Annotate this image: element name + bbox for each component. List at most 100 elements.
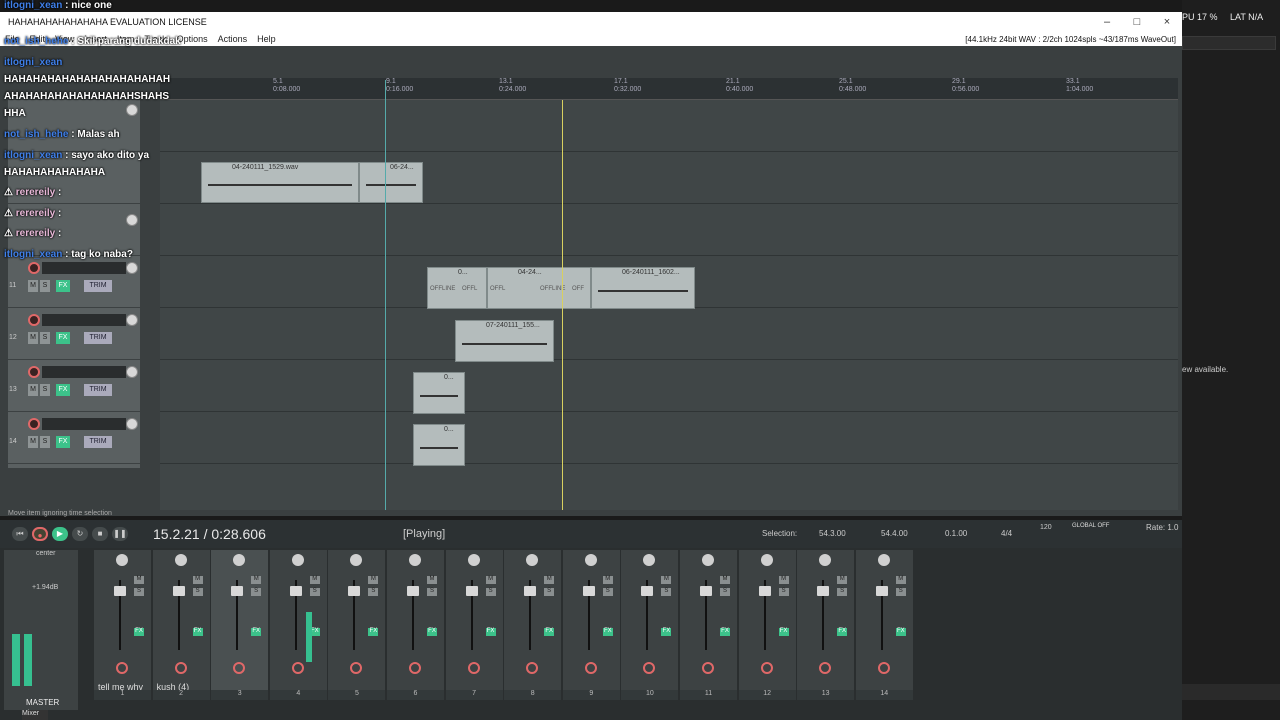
fx-button[interactable]: FX: [56, 332, 70, 344]
fx-button[interactable]: FX: [485, 628, 496, 636]
fx-button[interactable]: FX: [895, 628, 906, 636]
volume-fader[interactable]: [758, 586, 771, 596]
volume-fader[interactable]: [875, 586, 888, 596]
solo-button[interactable]: S: [134, 588, 144, 596]
fx-button[interactable]: FX: [56, 384, 70, 396]
pan-knob[interactable]: [174, 554, 187, 566]
pan-knob[interactable]: [116, 554, 128, 566]
pan-knob[interactable]: [409, 554, 421, 566]
solo-button[interactable]: S: [778, 588, 789, 596]
pan-knob[interactable]: [584, 554, 597, 566]
mixer-strip[interactable]: M S FX tell me why 1: [94, 550, 152, 700]
track-name-field[interactable]: [42, 314, 126, 326]
mute-button[interactable]: M: [602, 576, 613, 584]
fx-button[interactable]: FX: [778, 628, 789, 636]
volume-fader[interactable]: [231, 586, 244, 596]
mute-button[interactable]: M: [134, 576, 144, 584]
mixer-strip[interactable]: M S FX 7: [445, 550, 504, 700]
media-item[interactable]: 0...: [413, 424, 465, 466]
mute-button[interactable]: M: [192, 576, 203, 584]
record-arm-button[interactable]: [467, 662, 480, 674]
mixer-strip[interactable]: M S FX 13: [797, 550, 856, 700]
master-pan[interactable]: center: [36, 550, 55, 557]
record-arm-button[interactable]: [526, 662, 539, 674]
solo-button[interactable]: S: [40, 332, 50, 344]
mixer-strip[interactable]: M S FX 6: [387, 550, 445, 700]
track-header[interactable]: 12 M S FX TRIM: [8, 308, 140, 360]
solo-button[interactable]: S: [485, 588, 496, 596]
record-arm-button[interactable]: [584, 662, 597, 674]
solo-button[interactable]: S: [661, 588, 672, 596]
mute-button[interactable]: M: [28, 332, 38, 344]
playrate[interactable]: Rate: 1.0: [1146, 523, 1178, 532]
track-header[interactable]: 13 M S FX TRIM: [8, 360, 140, 412]
fx-button[interactable]: FX: [56, 280, 70, 292]
volume-fader[interactable]: [289, 586, 302, 596]
pan-knob[interactable]: [760, 554, 773, 566]
record-arm-button[interactable]: [819, 662, 832, 674]
volume-fader[interactable]: [407, 586, 419, 596]
mixer-strip[interactable]: M S FX 5: [328, 550, 387, 700]
pan-knob[interactable]: [819, 554, 832, 566]
pan-knob[interactable]: [233, 554, 246, 566]
record-arm-button[interactable]: [350, 662, 363, 674]
mute-button[interactable]: M: [251, 576, 262, 584]
mixer-strip[interactable]: M S FX 8: [504, 550, 563, 700]
solo-button[interactable]: S: [602, 588, 613, 596]
pause-button[interactable]: ❚❚: [112, 527, 128, 541]
go-to-start-button[interactable]: ⏮: [12, 527, 28, 541]
trim-button[interactable]: TRIM: [84, 384, 112, 396]
solo-button[interactable]: S: [895, 588, 906, 596]
mute-button[interactable]: M: [485, 576, 496, 584]
mute-button[interactable]: M: [720, 576, 730, 584]
track-name-field[interactable]: [42, 262, 126, 274]
solo-button[interactable]: S: [192, 588, 203, 596]
solo-button[interactable]: S: [368, 588, 379, 596]
fx-button[interactable]: FX: [837, 628, 848, 636]
mixer-strip[interactable]: M S FX 10: [621, 550, 680, 700]
mixer-tab[interactable]: Mixer: [22, 710, 48, 720]
pan-knob[interactable]: [526, 554, 539, 566]
mute-button[interactable]: M: [895, 576, 906, 584]
fx-button[interactable]: FX: [56, 436, 70, 448]
media-item[interactable]: 0...: [413, 372, 465, 414]
record-arm-button[interactable]: [643, 662, 656, 674]
close-button[interactable]: ×: [1152, 16, 1182, 28]
fx-button[interactable]: FX: [368, 628, 379, 636]
volume-fader[interactable]: [172, 586, 185, 596]
menu-actions[interactable]: Actions: [213, 34, 253, 44]
volume-fader[interactable]: [817, 586, 830, 596]
fx-button[interactable]: FX: [251, 628, 262, 636]
record-arm-button[interactable]: [760, 662, 773, 674]
pan-knob[interactable]: [643, 554, 656, 566]
solo-button[interactable]: S: [720, 588, 730, 596]
media-item[interactable]: 04-24... OFFL OFFLINE OFF: [487, 267, 591, 309]
volume-knob[interactable]: [126, 418, 138, 430]
solo-button[interactable]: S: [837, 588, 848, 596]
record-arm-button[interactable]: [233, 662, 246, 674]
maximize-button[interactable]: □: [1122, 16, 1152, 28]
volume-fader[interactable]: [114, 586, 126, 596]
trim-button[interactable]: TRIM: [84, 436, 112, 448]
stop-button[interactable]: ■: [92, 527, 108, 541]
mute-button[interactable]: M: [28, 280, 38, 292]
search-input[interactable]: [1182, 36, 1276, 50]
record-arm-button[interactable]: [28, 314, 40, 326]
record-arm-button[interactable]: [116, 662, 128, 674]
track-header[interactable]: 11 M S FX TRIM: [8, 256, 140, 308]
media-item[interactable]: 0... OFFLINE OFFL: [427, 267, 487, 309]
mixer-strip[interactable]: M S FX 9: [562, 550, 621, 700]
mixer-strip[interactable]: M S FX 14: [855, 550, 914, 700]
record-arm-button[interactable]: [28, 366, 40, 378]
solo-button[interactable]: S: [40, 280, 50, 292]
mixer-strip[interactable]: M S FX kush (4) 2: [152, 550, 211, 700]
solo-button[interactable]: S: [251, 588, 262, 596]
solo-button[interactable]: S: [40, 384, 50, 396]
pan-knob[interactable]: [702, 554, 714, 566]
pan-knob[interactable]: [467, 554, 480, 566]
repeat-button[interactable]: ↻: [72, 527, 88, 541]
solo-button[interactable]: S: [309, 588, 320, 596]
mixer-strip[interactable]: M S FX 11: [680, 550, 738, 700]
menu-help[interactable]: Help: [252, 34, 281, 44]
mute-button[interactable]: M: [778, 576, 789, 584]
